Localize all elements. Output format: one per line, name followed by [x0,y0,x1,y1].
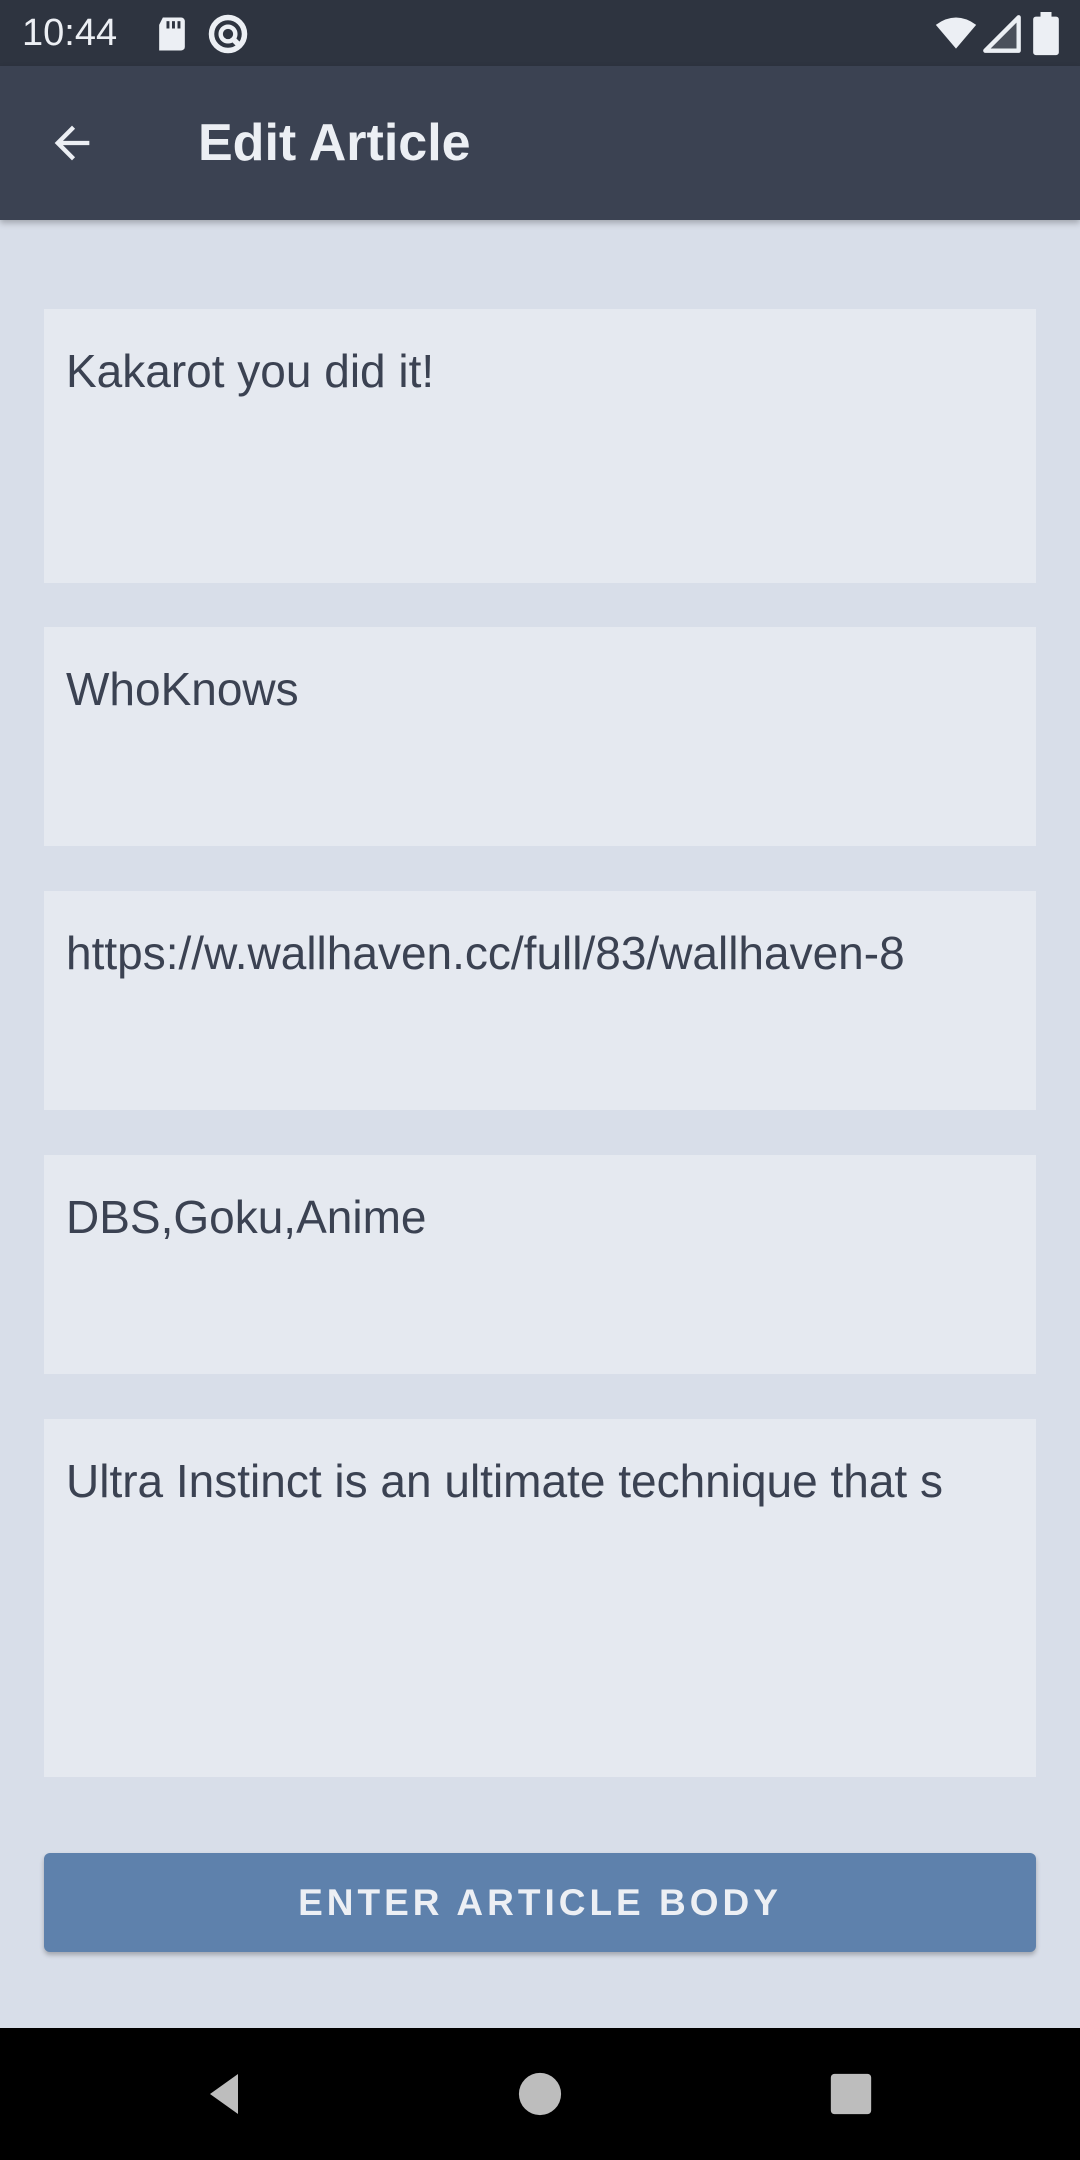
nav-recents-icon [830,2073,872,2115]
do-not-disturb-icon [208,14,248,54]
nav-back-icon [210,2074,238,2114]
nav-back-button[interactable] [196,2064,256,2124]
system-nav-bar [0,2028,1080,2160]
signal-icon [983,15,1021,53]
back-button[interactable] [30,101,114,185]
enter-article-body-button[interactable]: ENTER ARTICLE BODY [44,1853,1036,1952]
article-image-url-field[interactable]: https://w.wallhaven.cc/full/83/wallhaven… [44,891,1036,1110]
page-title: Edit Article [198,114,471,172]
edit-article-form: Kakarot you did it! WhoKnows https://w.w… [0,220,1080,2028]
status-bar: 10:44 [0,0,1080,66]
wifi-icon [935,17,977,49]
article-tags-field[interactable]: DBS,Goku,Anime [44,1155,1036,1374]
arrow-back-icon [54,125,90,161]
article-title-field[interactable]: Kakarot you did it! [44,309,1036,583]
status-time: 10:44 [22,12,118,54]
nav-home-icon [518,2072,562,2116]
article-body-field[interactable]: Ultra Instinct is an ultimate technique … [44,1419,1036,1777]
sd-card-icon [159,17,185,51]
app-bar: Edit Article [0,66,1080,220]
battery-icon [1033,12,1059,56]
article-author-field[interactable]: WhoKnows [44,627,1036,846]
nav-home-button[interactable] [510,2064,570,2124]
nav-recents-button[interactable] [821,2064,881,2124]
